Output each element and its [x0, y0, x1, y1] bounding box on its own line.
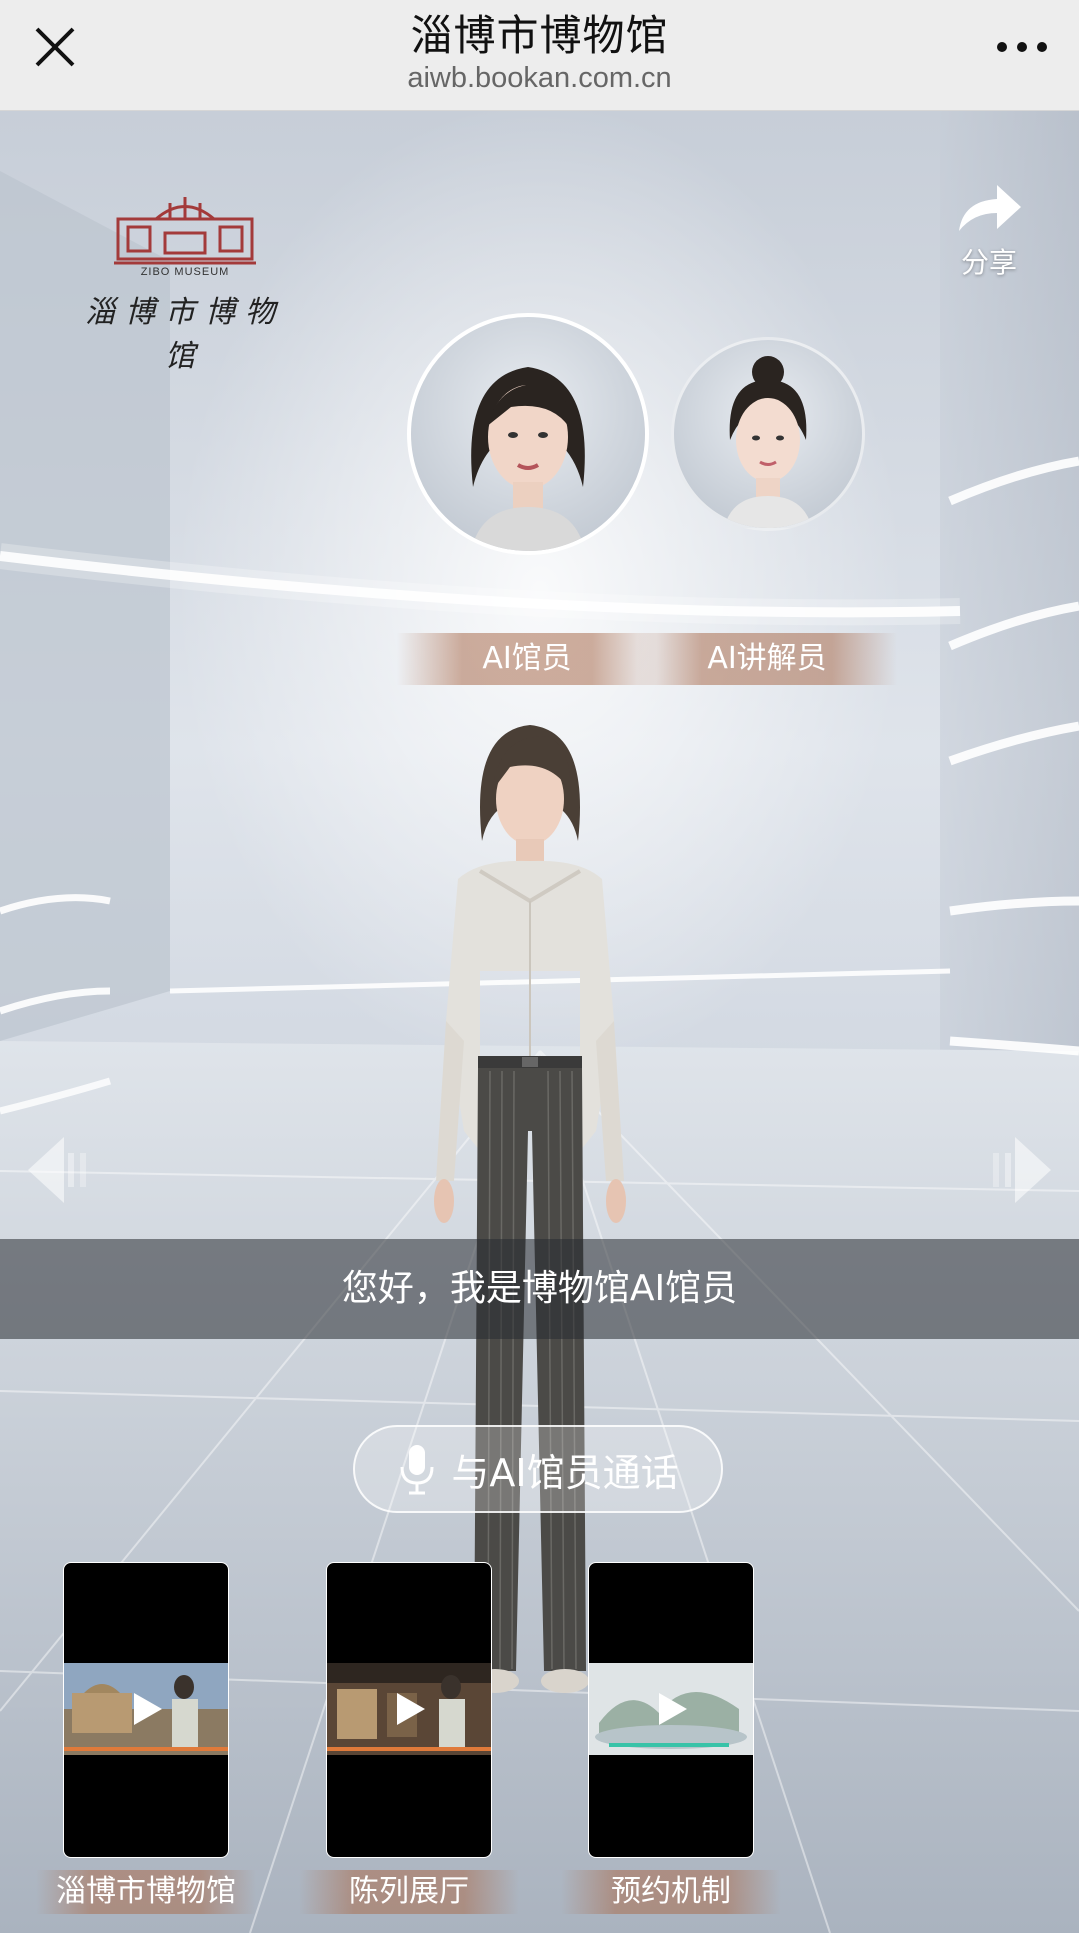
avatar-face-icon: [471, 367, 585, 551]
page-title: 淄博市博物馆: [410, 11, 669, 60]
call-button-label: 与AI馆员通话: [451, 1450, 679, 1495]
page-url: aiwb.bookan.com.cn: [407, 62, 672, 94]
logo-english-text: ZIBO MUSEUM: [140, 266, 230, 278]
avatar-ai-guide[interactable]: AI讲解员: [637, 337, 897, 685]
share-button[interactable]: 分享: [951, 179, 1027, 281]
share-arrow-icon: [959, 185, 1021, 231]
play-icon[interactable]: [653, 1691, 689, 1727]
video-card-exhibition-hall[interactable]: 陈列展厅: [299, 1562, 519, 1914]
next-arrow-icon[interactable]: [975, 1135, 1055, 1205]
more-options-icon[interactable]: [995, 40, 1049, 54]
avatar-face-icon: [724, 356, 812, 528]
video-thumbnail[interactable]: [588, 1562, 754, 1858]
microphone-icon: [400, 1445, 434, 1495]
virtual-hall-scene: ZIBO MUSEUM 淄博市博物馆 分享 AI馆员 AI讲解员 您好，我是博物…: [0, 111, 1079, 1933]
video-card-label: 预约机制: [561, 1870, 781, 1914]
video-card-museum[interactable]: 淄博市博物馆: [36, 1562, 256, 1914]
call-ai-curator-button[interactable]: 与AI馆员通话: [353, 1425, 723, 1513]
avatar-ai-curator-label: AI馆员: [397, 633, 657, 685]
play-icon[interactable]: [391, 1691, 427, 1727]
video-card-label: 淄博市博物馆: [36, 1870, 256, 1914]
avatar-ai-curator-portrait: [407, 313, 649, 555]
video-thumbnail[interactable]: [63, 1562, 229, 1858]
video-card-reservation[interactable]: 预约机制: [561, 1562, 781, 1914]
browser-top-bar: 淄博市博物馆 aiwb.bookan.com.cn: [0, 0, 1079, 111]
share-label: 分享: [960, 246, 1017, 279]
avatar-ai-guide-portrait: [671, 337, 865, 531]
play-icon[interactable]: [128, 1691, 164, 1727]
previous-arrow-icon[interactable]: [24, 1135, 104, 1205]
avatar-ai-curator[interactable]: AI馆员: [397, 313, 657, 685]
video-card-label: 陈列展厅: [299, 1870, 519, 1914]
avatar-ai-guide-label: AI讲解员: [637, 633, 897, 685]
video-thumbnail[interactable]: [326, 1562, 492, 1858]
logo-chinese-text: 淄博市博物馆: [85, 295, 285, 374]
subtitle-bar: 您好，我是博物馆AI馆员: [0, 1239, 1079, 1339]
